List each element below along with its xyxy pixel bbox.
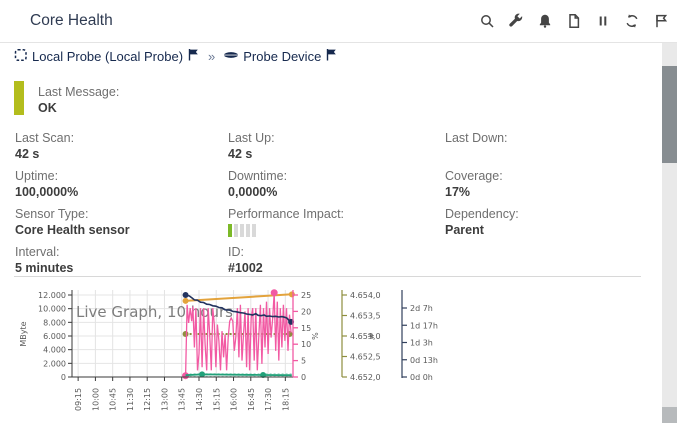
performance-impact-bars	[228, 224, 445, 237]
last-message-block: Last Message: OK	[38, 85, 119, 116]
svg-text:13:45: 13:45	[178, 388, 187, 411]
breadcrumb-probe-label: Local Probe (Local Probe)	[32, 49, 183, 64]
status-badge: OK	[38, 101, 119, 116]
breadcrumb-probe[interactable]: Local Probe (Local Probe)	[14, 48, 200, 65]
details-grid: Last Scan:42 sLast Up:42 sLast Down: Upti…	[15, 131, 655, 283]
svg-text:5: 5	[301, 357, 306, 366]
refresh-icon[interactable]	[623, 13, 640, 30]
detail-field: Last Up:42 s	[228, 131, 445, 169]
svg-text:%: %	[311, 332, 320, 340]
scrollbar-thumb[interactable]	[662, 66, 677, 163]
svg-text:0: 0	[61, 373, 66, 382]
svg-text:09:15: 09:15	[74, 388, 83, 411]
detail-field: Sensor Type:Core Health sensor	[15, 207, 228, 245]
bell-icon[interactable]	[536, 13, 553, 30]
svg-text:15: 15	[301, 324, 311, 333]
svg-text:4.652,5: 4.652,5	[350, 353, 381, 362]
svg-text:0: 0	[301, 373, 306, 382]
detail-field: Coverage:17%	[445, 169, 655, 207]
flag-icon	[187, 48, 200, 64]
detail-field: Dependency:Parent	[445, 207, 655, 245]
svg-text:4.653,5: 4.653,5	[350, 312, 381, 321]
breadcrumb-device[interactable]: Probe Device	[223, 48, 338, 65]
probe-icon	[14, 48, 28, 65]
svg-text:10:00: 10:00	[91, 388, 100, 411]
svg-text:4.654,0: 4.654,0	[350, 291, 381, 300]
svg-text:0d 13h: 0d 13h	[410, 356, 438, 365]
flag-icon[interactable]	[652, 13, 669, 30]
svg-text:16:00: 16:00	[230, 388, 239, 411]
detail-field: Last Down:	[445, 131, 655, 169]
svg-text:6.000: 6.000	[43, 332, 66, 341]
last-message-label: Last Message:	[38, 85, 119, 100]
flag-icon	[325, 48, 338, 64]
svg-text:10:45: 10:45	[109, 388, 118, 411]
svg-text:10: 10	[301, 340, 311, 349]
svg-text:Live Graph, 10 hours: Live Graph, 10 hours	[76, 303, 233, 321]
svg-text:11:30: 11:30	[126, 388, 135, 411]
svg-text:25: 25	[301, 291, 311, 300]
scrollbar-bottom-segment[interactable]	[662, 407, 677, 423]
breadcrumb: Local Probe (Local Probe) » Probe Device	[14, 46, 338, 66]
svg-text:8.000: 8.000	[43, 318, 66, 327]
svg-text:2.000: 2.000	[43, 359, 66, 368]
header-toolbar	[478, 0, 669, 42]
svg-text:14:30: 14:30	[195, 388, 204, 411]
detail-field: Interval:5 minutes	[15, 245, 228, 283]
live-graph-canvas: Live Graph, 10 hours 0 2.000 4.000 6.000 8.00…	[10, 283, 480, 423]
svg-text:17:30: 17:30	[264, 388, 273, 411]
breadcrumb-device-label: Probe Device	[243, 49, 321, 64]
device-icon	[223, 48, 239, 65]
svg-text:10.000: 10.000	[38, 305, 66, 314]
svg-text:12:15: 12:15	[143, 388, 152, 411]
svg-text:15:15: 15:15	[212, 388, 221, 411]
document-icon[interactable]	[565, 13, 582, 30]
pause-icon[interactable]	[594, 13, 611, 30]
svg-text:12.000: 12.000	[38, 291, 66, 300]
wrench-icon[interactable]	[507, 13, 524, 30]
svg-text:1d 17h: 1d 17h	[410, 321, 438, 330]
detail-field: Uptime:100,0000%	[15, 169, 228, 207]
status-color-bar	[14, 81, 24, 115]
svg-text:1d 3h: 1d 3h	[410, 339, 433, 348]
detail-field: Performance Impact:	[228, 207, 445, 245]
section-divider	[14, 276, 641, 277]
breadcrumb-separator: »	[208, 49, 215, 64]
detail-field: ID:#1002	[228, 245, 445, 283]
detail-field: Downtime:0,0000%	[228, 169, 445, 207]
svg-text:#: #	[367, 332, 376, 339]
svg-text:20: 20	[301, 307, 311, 316]
detail-field	[445, 245, 655, 283]
live-graph: Live Graph, 10 hours 0 2.000 4.000 6.000 8.00…	[10, 283, 480, 423]
vertical-scrollbar[interactable]	[662, 43, 677, 423]
page-title: Core Health	[30, 0, 113, 42]
search-icon[interactable]	[478, 13, 495, 30]
svg-text:4.000: 4.000	[43, 346, 66, 355]
detail-field: Last Scan:42 s	[15, 131, 228, 169]
window-header: Core Health	[0, 0, 677, 43]
svg-text:18:15: 18:15	[281, 388, 290, 411]
svg-text:4.652,0: 4.652,0	[350, 373, 381, 382]
svg-text:MByte: MByte	[19, 321, 28, 346]
svg-text:2d 7h: 2d 7h	[410, 304, 433, 313]
svg-text:13:00: 13:00	[160, 388, 169, 411]
svg-text:0d 0h: 0d 0h	[410, 373, 433, 382]
svg-text:16:45: 16:45	[247, 388, 256, 411]
